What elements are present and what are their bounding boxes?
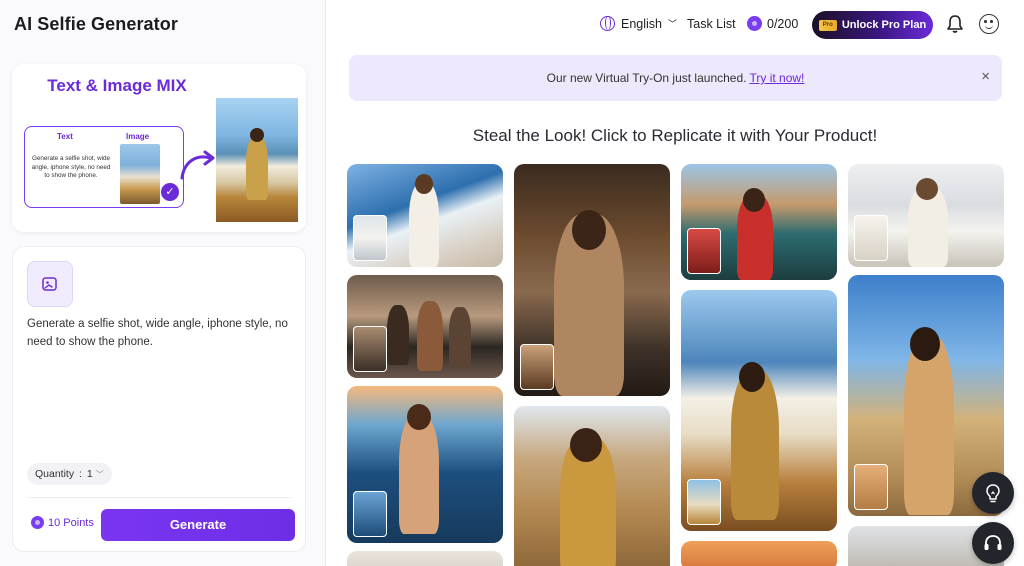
mix-result-image	[216, 98, 298, 222]
points-cost: 10 Points	[31, 516, 94, 529]
chevron-down-icon: ﹀	[668, 19, 678, 29]
gallery-item[interactable]	[347, 551, 503, 566]
product-thumbnail	[687, 228, 721, 274]
gallery-item[interactable]	[347, 386, 503, 543]
bell-icon[interactable]	[946, 14, 964, 34]
coin-icon	[31, 516, 44, 529]
product-thumbnail	[353, 215, 387, 261]
chevron-down-icon: ﹀	[95, 470, 104, 479]
lightbulb-icon	[986, 484, 1000, 503]
gallery-item[interactable]	[514, 164, 670, 396]
prompt-textarea[interactable]: Generate a selfie shot, wide angle, ipho…	[27, 315, 297, 351]
mix-example-image	[120, 144, 160, 204]
promo-card[interactable]: Text & Image MIX Text Image Generate a s…	[12, 64, 306, 232]
mix-example-text: Generate a selfie shot, wide angle, ipho…	[31, 155, 111, 179]
product-thumbnail	[520, 344, 554, 390]
product-thumbnail	[687, 479, 721, 525]
announcement-banner: Our new Virtual Try-On just launched. Try…	[349, 55, 1002, 101]
promo-title: Text & Image MIX	[47, 76, 187, 95]
image-upload-icon	[42, 277, 57, 291]
tips-button[interactable]	[972, 472, 1014, 514]
product-thumbnail	[854, 215, 888, 261]
mix-text-header: Text	[57, 132, 73, 141]
image-upload-button[interactable]	[27, 261, 73, 307]
quantity-label: Quantity	[35, 468, 75, 480]
unlock-pro-label: Unlock Pro Plan	[841, 19, 927, 31]
left-panel: AI Selfie Generator Text & Image MIX Tex…	[0, 0, 326, 566]
curved-arrow-icon	[180, 150, 215, 180]
pro-badge: Pro	[818, 19, 837, 31]
gallery-item[interactable]	[514, 406, 670, 566]
banner-message: Our new Virtual Try-On just launched. Try…	[349, 71, 1002, 85]
mix-example-card: Text Image Generate a selfie shot, wide …	[24, 126, 184, 208]
quantity-select[interactable]: Quantity : 1 ﹀	[27, 463, 112, 485]
points-label: 10 Points	[48, 516, 94, 529]
globe-icon	[600, 16, 615, 31]
close-icon[interactable]: ×	[981, 68, 990, 85]
mix-image-header: Image	[126, 132, 150, 141]
app-root: AI Selfie Generator Text & Image MIX Tex…	[0, 0, 1024, 566]
quantity-value: 1	[86, 468, 93, 480]
language-label: English	[621, 16, 662, 31]
credits-counter[interactable]: 0/200	[747, 16, 798, 31]
product-thumbnail	[854, 464, 888, 510]
support-button[interactable]	[972, 522, 1014, 564]
app-title: AI Selfie Generator	[14, 14, 178, 34]
divider	[27, 497, 291, 498]
prompt-panel: Generate a selfie shot, wide angle, ipho…	[12, 246, 306, 552]
product-thumbnail	[353, 491, 387, 537]
gallery-item[interactable]	[681, 541, 837, 566]
headset-icon	[984, 535, 1002, 550]
gallery-item[interactable]	[347, 164, 503, 267]
gallery-title: Steal the Look! Click to Replicate it wi…	[472, 126, 878, 145]
language-select[interactable]: English ﹀	[600, 16, 677, 31]
banner-text: Our new Virtual Try-On just launched.	[546, 71, 747, 85]
unlock-pro-button[interactable]: Pro Unlock Pro Plan	[812, 11, 933, 39]
check-icon: ✓	[161, 183, 179, 201]
product-thumbnail	[353, 326, 387, 372]
gallery-item[interactable]	[848, 164, 1004, 267]
avatar-icon[interactable]	[979, 14, 999, 34]
banner-link[interactable]: Try it now!	[749, 71, 804, 85]
coin-icon	[747, 16, 762, 31]
generate-button[interactable]: Generate	[101, 509, 295, 541]
gallery-item[interactable]	[347, 275, 503, 378]
gallery-item[interactable]	[681, 290, 837, 531]
task-list-link[interactable]: Task List	[687, 17, 736, 31]
top-header: English ﹀ Task List 0/200 Pro Unlock Pro…	[326, 0, 1024, 50]
credits-value: 0/200	[767, 16, 799, 31]
gallery-item[interactable]	[681, 164, 837, 280]
